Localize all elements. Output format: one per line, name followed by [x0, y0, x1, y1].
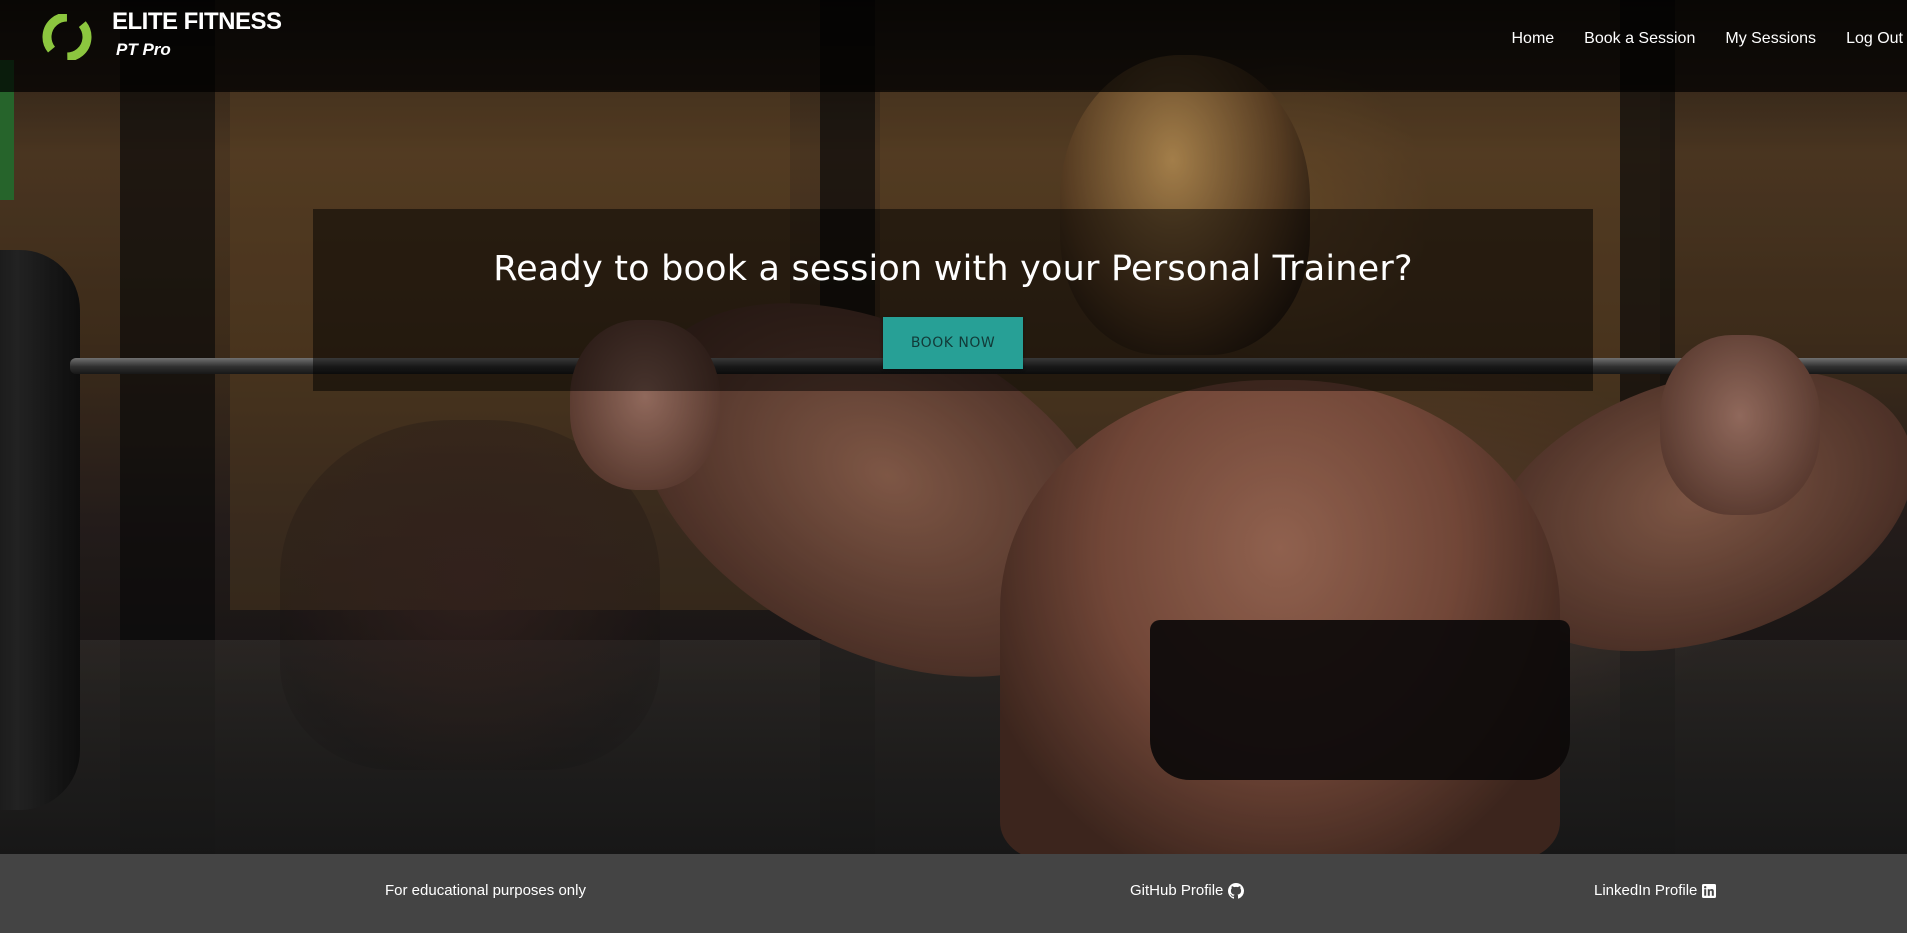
- nav-links: Home Book a Session My Sessions Log Out: [1511, 0, 1907, 78]
- linkedin-profile-link[interactable]: LinkedIn Profile: [1594, 854, 1717, 927]
- nav-link-home[interactable]: Home: [1511, 30, 1554, 48]
- hero-heading: Ready to book a session with your Person…: [493, 249, 1413, 289]
- linkedin-icon: [1702, 883, 1717, 898]
- brand-subtitle: PT Pro: [116, 40, 171, 59]
- github-icon: [1228, 882, 1245, 899]
- hero-cta-panel: Ready to book a session with your Person…: [313, 209, 1593, 391]
- github-profile-link[interactable]: GitHub Profile: [1130, 854, 1245, 927]
- nav-link-log-out[interactable]: Log Out: [1846, 30, 1903, 48]
- github-profile-label: GitHub Profile: [1130, 882, 1224, 899]
- nav-link-book-session[interactable]: Book a Session: [1584, 30, 1695, 48]
- linkedin-profile-label: LinkedIn Profile: [1594, 882, 1698, 899]
- footer-disclaimer: For educational purposes only: [385, 854, 586, 927]
- footer-disclaimer-text: For educational purposes only: [385, 882, 586, 899]
- footer: For educational purposes only GitHub Pro…: [0, 854, 1907, 933]
- nav-link-my-sessions[interactable]: My Sessions: [1725, 30, 1816, 48]
- navbar: ELITE FITNESS PT Pro Home Book a Session…: [0, 0, 1907, 92]
- hero-overlay: [0, 0, 1907, 854]
- logo-icon: [42, 14, 92, 60]
- brand-title: ELITE FITNESS: [112, 8, 282, 35]
- hero-background-image: [0, 0, 1907, 854]
- book-now-button[interactable]: BOOK NOW: [883, 317, 1023, 369]
